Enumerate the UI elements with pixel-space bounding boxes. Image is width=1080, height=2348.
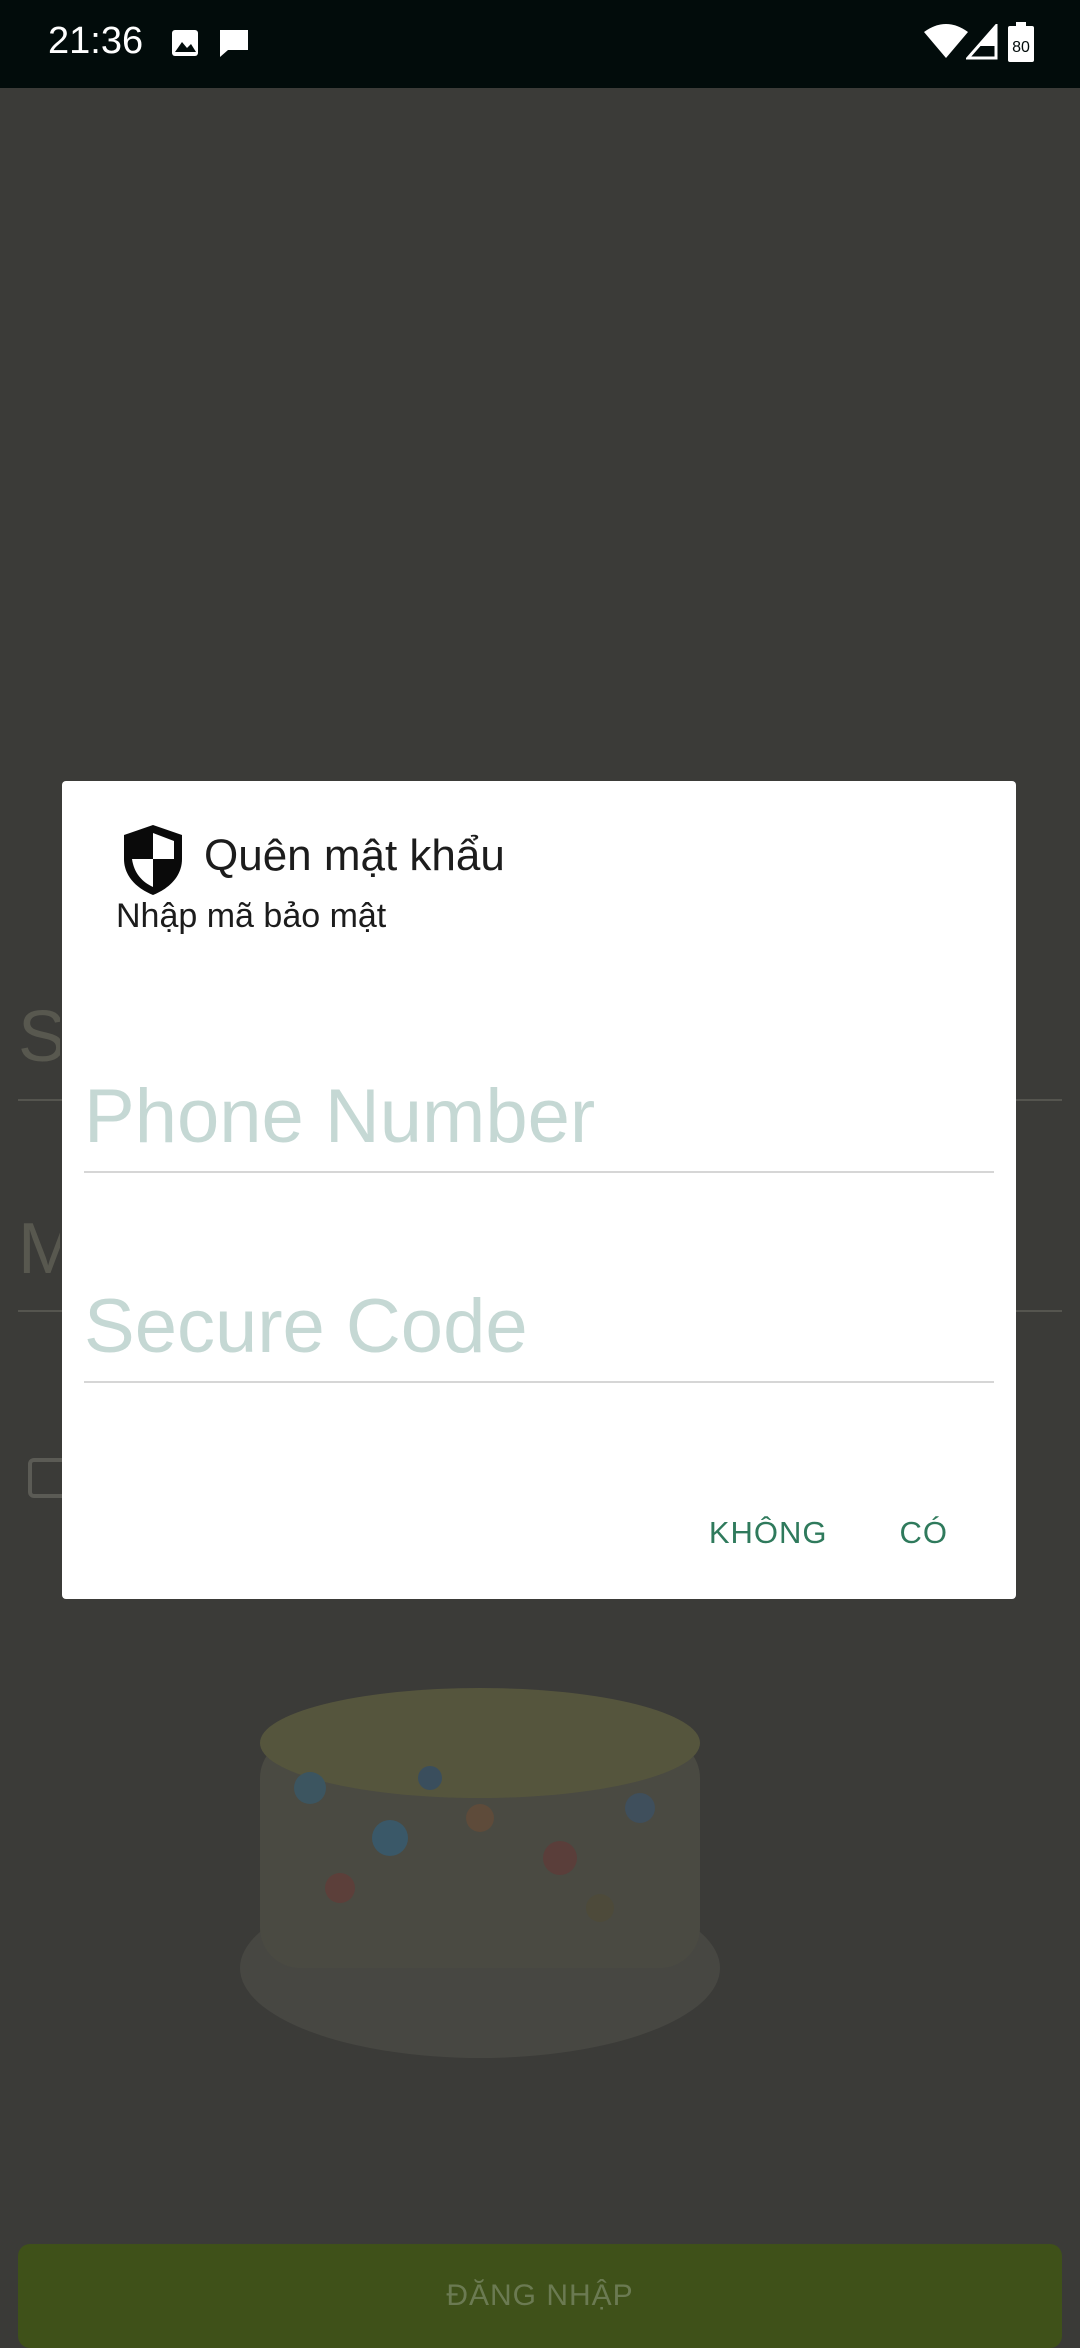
wifi-icon bbox=[924, 24, 968, 65]
login-button[interactable]: ĐĂNG NHẬP bbox=[18, 2244, 1062, 2348]
cancel-button[interactable]: KHÔNG bbox=[709, 1515, 828, 1551]
status-time: 21:36 bbox=[48, 20, 144, 62]
password-field-text: M bbox=[18, 1209, 60, 1289]
dialog-title: Quên mật khẩu bbox=[204, 831, 505, 880]
message-icon bbox=[218, 28, 250, 63]
battery-icon: 80 bbox=[1006, 22, 1036, 69]
confirm-button[interactable]: CÓ bbox=[900, 1515, 949, 1551]
secure-code-input[interactable] bbox=[84, 1271, 994, 1383]
shield-icon bbox=[120, 823, 186, 902]
username-field-text: S bbox=[18, 997, 60, 1077]
cake-image bbox=[230, 1668, 750, 2073]
dialog-actions: KHÔNG CÓ bbox=[709, 1515, 948, 1551]
battery-level: 80 bbox=[1012, 39, 1030, 56]
image-icon bbox=[170, 28, 200, 63]
forgot-password-dialog: Quên mật khẩu Nhập mã bảo mật KHÔNG CÓ bbox=[62, 781, 1016, 1599]
dialog-subtitle: Nhập mã bảo mật bbox=[116, 897, 387, 935]
status-bar: 21:36 80 bbox=[0, 0, 1080, 88]
phone-number-input[interactable] bbox=[84, 1061, 994, 1173]
signal-icon bbox=[964, 22, 998, 65]
